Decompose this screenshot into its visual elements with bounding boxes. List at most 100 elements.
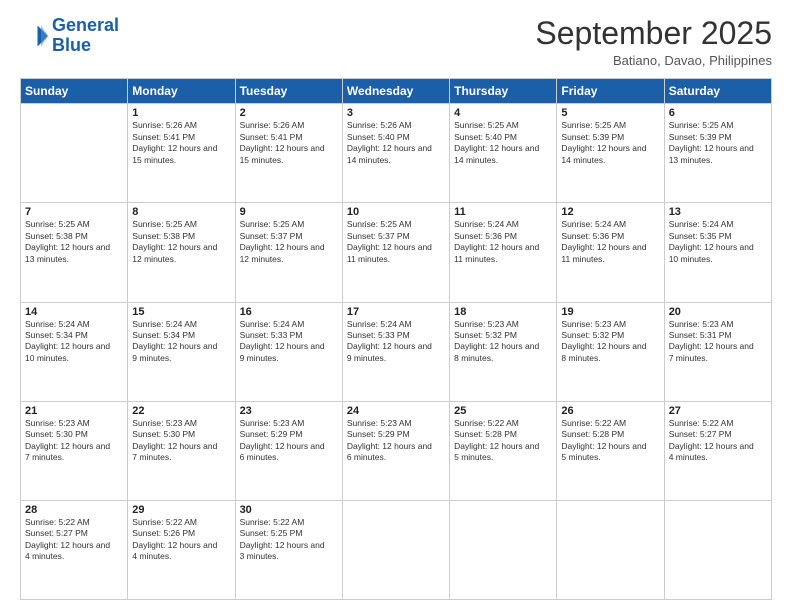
day-info: Sunrise: 5:22 AMSunset: 5:28 PMDaylight:… (454, 418, 552, 464)
day-info: Sunrise: 5:23 AMSunset: 5:29 PMDaylight:… (240, 418, 338, 464)
location: Batiano, Davao, Philippines (535, 53, 772, 68)
day-number: 30 (240, 504, 338, 516)
day-info: Sunrise: 5:23 AMSunset: 5:32 PMDaylight:… (561, 319, 659, 365)
day-number: 5 (561, 107, 659, 119)
logo-line1: General (52, 15, 119, 35)
day-info: Sunrise: 5:24 AMSunset: 5:35 PMDaylight:… (669, 219, 767, 265)
calendar-header-row: SundayMondayTuesdayWednesdayThursdayFrid… (21, 79, 772, 104)
day-number: 23 (240, 405, 338, 417)
day-info: Sunrise: 5:23 AMSunset: 5:30 PMDaylight:… (25, 418, 123, 464)
month-title: September 2025 (535, 16, 772, 51)
calendar: SundayMondayTuesdayWednesdayThursdayFrid… (20, 78, 772, 600)
day-number: 21 (25, 405, 123, 417)
calendar-cell: 19Sunrise: 5:23 AMSunset: 5:32 PMDayligh… (557, 302, 664, 401)
day-number: 25 (454, 405, 552, 417)
calendar-cell: 28Sunrise: 5:22 AMSunset: 5:27 PMDayligh… (21, 500, 128, 599)
calendar-cell: 21Sunrise: 5:23 AMSunset: 5:30 PMDayligh… (21, 401, 128, 500)
calendar-cell: 20Sunrise: 5:23 AMSunset: 5:31 PMDayligh… (664, 302, 771, 401)
calendar-cell: 9Sunrise: 5:25 AMSunset: 5:37 PMDaylight… (235, 203, 342, 302)
day-number: 27 (669, 405, 767, 417)
calendar-cell: 1Sunrise: 5:26 AMSunset: 5:41 PMDaylight… (128, 104, 235, 203)
day-info: Sunrise: 5:24 AMSunset: 5:33 PMDaylight:… (347, 319, 445, 365)
day-number: 9 (240, 206, 338, 218)
day-info: Sunrise: 5:22 AMSunset: 5:28 PMDaylight:… (561, 418, 659, 464)
day-info: Sunrise: 5:22 AMSunset: 5:27 PMDaylight:… (25, 517, 123, 563)
calendar-cell (450, 500, 557, 599)
calendar-cell: 10Sunrise: 5:25 AMSunset: 5:37 PMDayligh… (342, 203, 449, 302)
calendar-cell: 25Sunrise: 5:22 AMSunset: 5:28 PMDayligh… (450, 401, 557, 500)
calendar-cell: 16Sunrise: 5:24 AMSunset: 5:33 PMDayligh… (235, 302, 342, 401)
weekday-header: Monday (128, 79, 235, 104)
day-number: 29 (132, 504, 230, 516)
calendar-week-row: 7Sunrise: 5:25 AMSunset: 5:38 PMDaylight… (21, 203, 772, 302)
calendar-cell (21, 104, 128, 203)
day-number: 16 (240, 306, 338, 318)
day-number: 8 (132, 206, 230, 218)
day-info: Sunrise: 5:23 AMSunset: 5:30 PMDaylight:… (132, 418, 230, 464)
day-info: Sunrise: 5:25 AMSunset: 5:39 PMDaylight:… (561, 120, 659, 166)
calendar-cell: 11Sunrise: 5:24 AMSunset: 5:36 PMDayligh… (450, 203, 557, 302)
weekday-header: Thursday (450, 79, 557, 104)
day-info: Sunrise: 5:26 AMSunset: 5:41 PMDaylight:… (132, 120, 230, 166)
day-info: Sunrise: 5:22 AMSunset: 5:26 PMDaylight:… (132, 517, 230, 563)
header: General Blue September 2025 Batiano, Dav… (20, 16, 772, 68)
calendar-cell: 12Sunrise: 5:24 AMSunset: 5:36 PMDayligh… (557, 203, 664, 302)
day-number: 26 (561, 405, 659, 417)
page: General Blue September 2025 Batiano, Dav… (0, 0, 792, 612)
day-number: 2 (240, 107, 338, 119)
logo: General Blue (20, 16, 119, 56)
day-info: Sunrise: 5:23 AMSunset: 5:31 PMDaylight:… (669, 319, 767, 365)
day-number: 22 (132, 405, 230, 417)
weekday-header: Tuesday (235, 79, 342, 104)
day-info: Sunrise: 5:25 AMSunset: 5:40 PMDaylight:… (454, 120, 552, 166)
calendar-cell: 13Sunrise: 5:24 AMSunset: 5:35 PMDayligh… (664, 203, 771, 302)
calendar-cell: 30Sunrise: 5:22 AMSunset: 5:25 PMDayligh… (235, 500, 342, 599)
weekday-header: Wednesday (342, 79, 449, 104)
day-info: Sunrise: 5:24 AMSunset: 5:34 PMDaylight:… (132, 319, 230, 365)
logo-icon (20, 22, 48, 50)
calendar-week-row: 28Sunrise: 5:22 AMSunset: 5:27 PMDayligh… (21, 500, 772, 599)
day-number: 6 (669, 107, 767, 119)
day-info: Sunrise: 5:22 AMSunset: 5:27 PMDaylight:… (669, 418, 767, 464)
calendar-cell: 17Sunrise: 5:24 AMSunset: 5:33 PMDayligh… (342, 302, 449, 401)
calendar-cell: 23Sunrise: 5:23 AMSunset: 5:29 PMDayligh… (235, 401, 342, 500)
day-number: 24 (347, 405, 445, 417)
weekday-header: Saturday (664, 79, 771, 104)
calendar-cell: 26Sunrise: 5:22 AMSunset: 5:28 PMDayligh… (557, 401, 664, 500)
day-number: 3 (347, 107, 445, 119)
day-info: Sunrise: 5:26 AMSunset: 5:40 PMDaylight:… (347, 120, 445, 166)
weekday-header: Friday (557, 79, 664, 104)
calendar-cell: 7Sunrise: 5:25 AMSunset: 5:38 PMDaylight… (21, 203, 128, 302)
day-info: Sunrise: 5:24 AMSunset: 5:33 PMDaylight:… (240, 319, 338, 365)
day-number: 18 (454, 306, 552, 318)
day-info: Sunrise: 5:23 AMSunset: 5:32 PMDaylight:… (454, 319, 552, 365)
day-info: Sunrise: 5:26 AMSunset: 5:41 PMDaylight:… (240, 120, 338, 166)
day-number: 19 (561, 306, 659, 318)
calendar-cell (342, 500, 449, 599)
logo-text: General Blue (52, 16, 119, 56)
calendar-week-row: 21Sunrise: 5:23 AMSunset: 5:30 PMDayligh… (21, 401, 772, 500)
day-info: Sunrise: 5:24 AMSunset: 5:34 PMDaylight:… (25, 319, 123, 365)
calendar-cell: 5Sunrise: 5:25 AMSunset: 5:39 PMDaylight… (557, 104, 664, 203)
calendar-cell: 14Sunrise: 5:24 AMSunset: 5:34 PMDayligh… (21, 302, 128, 401)
day-number: 20 (669, 306, 767, 318)
day-number: 17 (347, 306, 445, 318)
calendar-cell: 6Sunrise: 5:25 AMSunset: 5:39 PMDaylight… (664, 104, 771, 203)
day-number: 12 (561, 206, 659, 218)
calendar-cell: 27Sunrise: 5:22 AMSunset: 5:27 PMDayligh… (664, 401, 771, 500)
day-number: 15 (132, 306, 230, 318)
day-number: 10 (347, 206, 445, 218)
calendar-cell: 4Sunrise: 5:25 AMSunset: 5:40 PMDaylight… (450, 104, 557, 203)
calendar-cell: 18Sunrise: 5:23 AMSunset: 5:32 PMDayligh… (450, 302, 557, 401)
day-number: 1 (132, 107, 230, 119)
calendar-cell (664, 500, 771, 599)
title-block: September 2025 Batiano, Davao, Philippin… (535, 16, 772, 68)
calendar-week-row: 1Sunrise: 5:26 AMSunset: 5:41 PMDaylight… (21, 104, 772, 203)
day-info: Sunrise: 5:25 AMSunset: 5:38 PMDaylight:… (25, 219, 123, 265)
day-number: 4 (454, 107, 552, 119)
calendar-cell: 24Sunrise: 5:23 AMSunset: 5:29 PMDayligh… (342, 401, 449, 500)
day-info: Sunrise: 5:24 AMSunset: 5:36 PMDaylight:… (561, 219, 659, 265)
calendar-cell: 15Sunrise: 5:24 AMSunset: 5:34 PMDayligh… (128, 302, 235, 401)
calendar-cell: 29Sunrise: 5:22 AMSunset: 5:26 PMDayligh… (128, 500, 235, 599)
day-info: Sunrise: 5:22 AMSunset: 5:25 PMDaylight:… (240, 517, 338, 563)
